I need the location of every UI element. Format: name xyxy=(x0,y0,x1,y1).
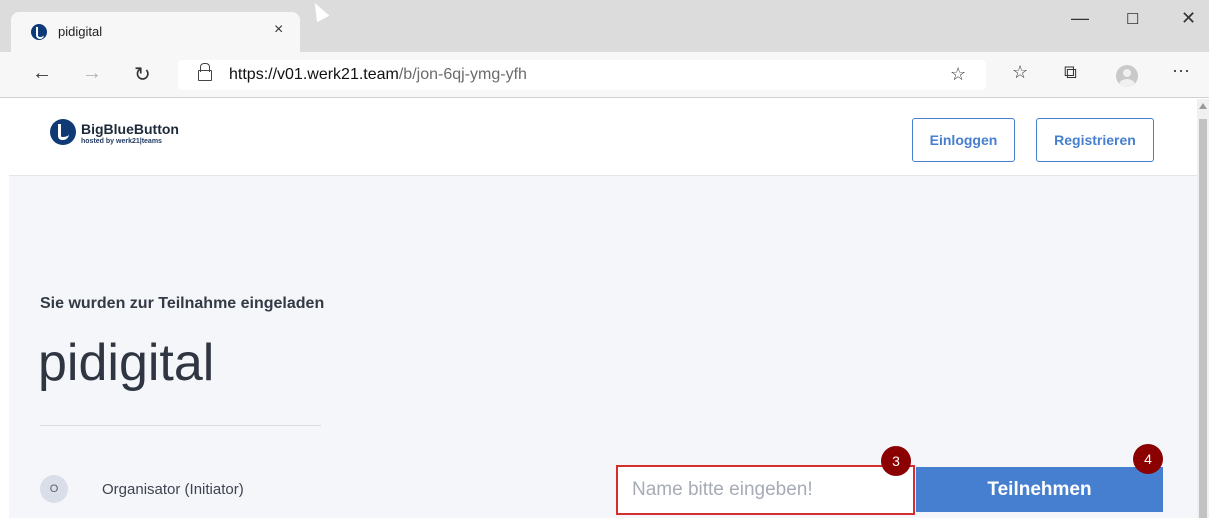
close-window-icon[interactable]: ✕ xyxy=(1181,8,1196,29)
vertical-scrollbar[interactable] xyxy=(1197,99,1209,518)
collections-icon[interactable]: ⧉ xyxy=(1064,62,1077,83)
browser-tab[interactable]: pidigital × xyxy=(11,12,300,52)
owner-avatar: O xyxy=(40,475,68,503)
tab-title: pidigital xyxy=(58,24,103,39)
register-button[interactable]: Registrieren xyxy=(1036,118,1154,162)
site-header: BigBlueButton hosted by werk21|teams Ein… xyxy=(9,99,1197,176)
more-menu-icon[interactable]: ··· xyxy=(1172,60,1190,81)
scroll-thumb[interactable] xyxy=(1199,119,1207,518)
url-text[interactable]: https://v01.werk21.team/b/jon-6qj-ymg-yf… xyxy=(229,66,527,84)
login-button[interactable]: Einloggen xyxy=(912,118,1015,162)
scroll-up-arrow-icon[interactable] xyxy=(1199,103,1207,109)
browser-tabstrip: pidigital × — ☐ ✕ xyxy=(0,0,1209,52)
logo-title[interactable]: BigBlueButton xyxy=(81,121,179,137)
logo-subtitle: hosted by werk21|teams xyxy=(81,138,162,145)
forward-arrow-icon[interactable]: → xyxy=(82,62,102,85)
maximize-window-icon[interactable]: ☐ xyxy=(1126,10,1139,28)
join-button[interactable]: Teilnehmen xyxy=(916,467,1163,512)
minimize-window-icon[interactable]: — xyxy=(1071,8,1089,29)
owner-name: Organisator (Initiator) xyxy=(102,481,244,498)
back-arrow-icon[interactable]: ← xyxy=(32,62,52,85)
bigbluebutton-favicon-icon xyxy=(31,24,47,40)
url-path: /b/jon-6qj-ymg-yfh xyxy=(398,66,527,83)
refresh-icon[interactable]: ↻ xyxy=(134,62,151,87)
name-input[interactable] xyxy=(616,465,915,515)
divider xyxy=(40,425,321,426)
close-tab-icon[interactable]: × xyxy=(274,21,283,39)
lock-icon[interactable] xyxy=(198,63,212,81)
step-badge-3: 3 xyxy=(881,446,911,476)
page-viewport: BigBlueButton hosted by werk21|teams Ein… xyxy=(9,99,1197,518)
step-badge-4: 4 xyxy=(1133,444,1163,474)
browser-toolbar: ← → ↻ https://v01.werk21.team/b/jon-6qj-… xyxy=(0,52,1209,98)
url-host: https://v01.werk21.team xyxy=(229,66,399,83)
bigbluebutton-logo-icon[interactable] xyxy=(50,119,76,145)
room-title: pidigital xyxy=(38,334,215,392)
add-favorite-star-icon[interactable]: ☆ xyxy=(950,64,966,85)
address-bar[interactable]: https://v01.werk21.team/b/jon-6qj-ymg-yf… xyxy=(178,60,986,90)
invite-heading: Sie wurden zur Teilnahme eingeladen xyxy=(40,295,325,312)
profile-avatar-icon[interactable] xyxy=(1116,65,1138,87)
favorites-icon[interactable]: ☆ xyxy=(1012,62,1028,83)
